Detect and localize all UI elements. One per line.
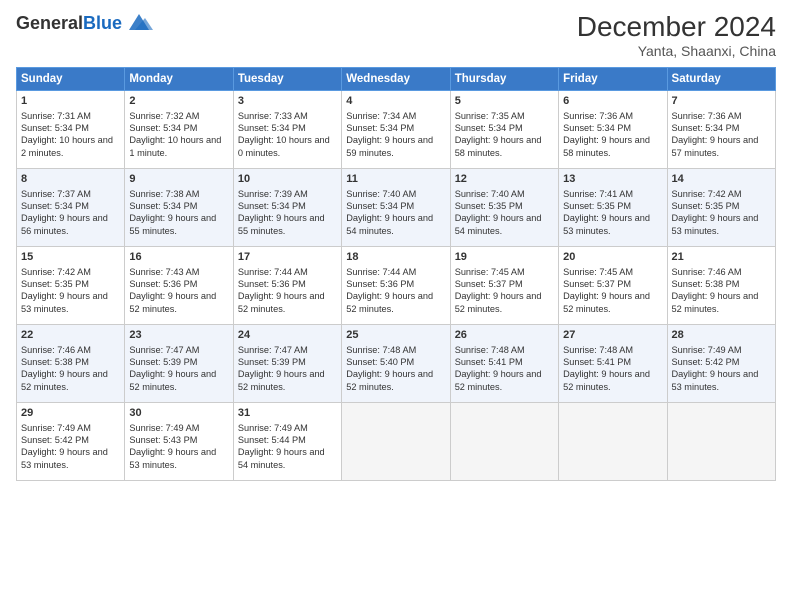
- table-row: 25Sunrise: 7:48 AMSunset: 5:40 PMDayligh…: [342, 324, 450, 402]
- table-row: 18Sunrise: 7:44 AMSunset: 5:36 PMDayligh…: [342, 246, 450, 324]
- table-row: 23Sunrise: 7:47 AMSunset: 5:39 PMDayligh…: [125, 324, 233, 402]
- table-row: 5Sunrise: 7:35 AMSunset: 5:34 PMDaylight…: [450, 90, 558, 168]
- col-saturday: Saturday: [667, 67, 775, 90]
- calendar-title: December 2024: [577, 12, 776, 43]
- table-row: 24Sunrise: 7:47 AMSunset: 5:39 PMDayligh…: [233, 324, 341, 402]
- table-row: 4Sunrise: 7:34 AMSunset: 5:34 PMDaylight…: [342, 90, 450, 168]
- table-row: 21Sunrise: 7:46 AMSunset: 5:38 PMDayligh…: [667, 246, 775, 324]
- table-row: 10Sunrise: 7:39 AMSunset: 5:34 PMDayligh…: [233, 168, 341, 246]
- page: GeneralBlue December 2024 Yanta, Shaanxi…: [0, 0, 792, 612]
- logo-icon: [125, 12, 153, 34]
- table-row: [667, 402, 775, 480]
- table-row: 27Sunrise: 7:48 AMSunset: 5:41 PMDayligh…: [559, 324, 667, 402]
- table-row: 1Sunrise: 7:31 AMSunset: 5:34 PMDaylight…: [17, 90, 125, 168]
- table-row: [450, 402, 558, 480]
- table-row: 28Sunrise: 7:49 AMSunset: 5:42 PMDayligh…: [667, 324, 775, 402]
- table-row: [559, 402, 667, 480]
- table-row: 8Sunrise: 7:37 AMSunset: 5:34 PMDaylight…: [17, 168, 125, 246]
- table-row: 19Sunrise: 7:45 AMSunset: 5:37 PMDayligh…: [450, 246, 558, 324]
- table-row: 2Sunrise: 7:32 AMSunset: 5:34 PMDaylight…: [125, 90, 233, 168]
- table-row: 6Sunrise: 7:36 AMSunset: 5:34 PMDaylight…: [559, 90, 667, 168]
- table-row: 15Sunrise: 7:42 AMSunset: 5:35 PMDayligh…: [17, 246, 125, 324]
- table-row: 29Sunrise: 7:49 AMSunset: 5:42 PMDayligh…: [17, 402, 125, 480]
- table-row: 7Sunrise: 7:36 AMSunset: 5:34 PMDaylight…: [667, 90, 775, 168]
- col-tuesday: Tuesday: [233, 67, 341, 90]
- table-row: 30Sunrise: 7:49 AMSunset: 5:43 PMDayligh…: [125, 402, 233, 480]
- header: GeneralBlue December 2024 Yanta, Shaanxi…: [16, 12, 776, 59]
- table-row: [342, 402, 450, 480]
- table-row: 13Sunrise: 7:41 AMSunset: 5:35 PMDayligh…: [559, 168, 667, 246]
- col-monday: Monday: [125, 67, 233, 90]
- col-thursday: Thursday: [450, 67, 558, 90]
- table-row: 3Sunrise: 7:33 AMSunset: 5:34 PMDaylight…: [233, 90, 341, 168]
- table-row: 22Sunrise: 7:46 AMSunset: 5:38 PMDayligh…: [17, 324, 125, 402]
- table-row: 9Sunrise: 7:38 AMSunset: 5:34 PMDaylight…: [125, 168, 233, 246]
- table-row: 20Sunrise: 7:45 AMSunset: 5:37 PMDayligh…: [559, 246, 667, 324]
- table-row: 12Sunrise: 7:40 AMSunset: 5:35 PMDayligh…: [450, 168, 558, 246]
- calendar-header-row: Sunday Monday Tuesday Wednesday Thursday…: [17, 67, 776, 90]
- table-row: 14Sunrise: 7:42 AMSunset: 5:35 PMDayligh…: [667, 168, 775, 246]
- col-sunday: Sunday: [17, 67, 125, 90]
- table-row: 11Sunrise: 7:40 AMSunset: 5:34 PMDayligh…: [342, 168, 450, 246]
- col-friday: Friday: [559, 67, 667, 90]
- logo-general-text: General: [16, 13, 83, 34]
- table-row: 26Sunrise: 7:48 AMSunset: 5:41 PMDayligh…: [450, 324, 558, 402]
- table-row: 31Sunrise: 7:49 AMSunset: 5:44 PMDayligh…: [233, 402, 341, 480]
- table-row: 17Sunrise: 7:44 AMSunset: 5:36 PMDayligh…: [233, 246, 341, 324]
- col-wednesday: Wednesday: [342, 67, 450, 90]
- title-block: December 2024 Yanta, Shaanxi, China: [577, 12, 776, 59]
- logo-blue-text: Blue: [83, 13, 122, 34]
- table-row: 16Sunrise: 7:43 AMSunset: 5:36 PMDayligh…: [125, 246, 233, 324]
- calendar-subtitle: Yanta, Shaanxi, China: [577, 43, 776, 59]
- logo: GeneralBlue: [16, 12, 153, 34]
- calendar-table: Sunday Monday Tuesday Wednesday Thursday…: [16, 67, 776, 481]
